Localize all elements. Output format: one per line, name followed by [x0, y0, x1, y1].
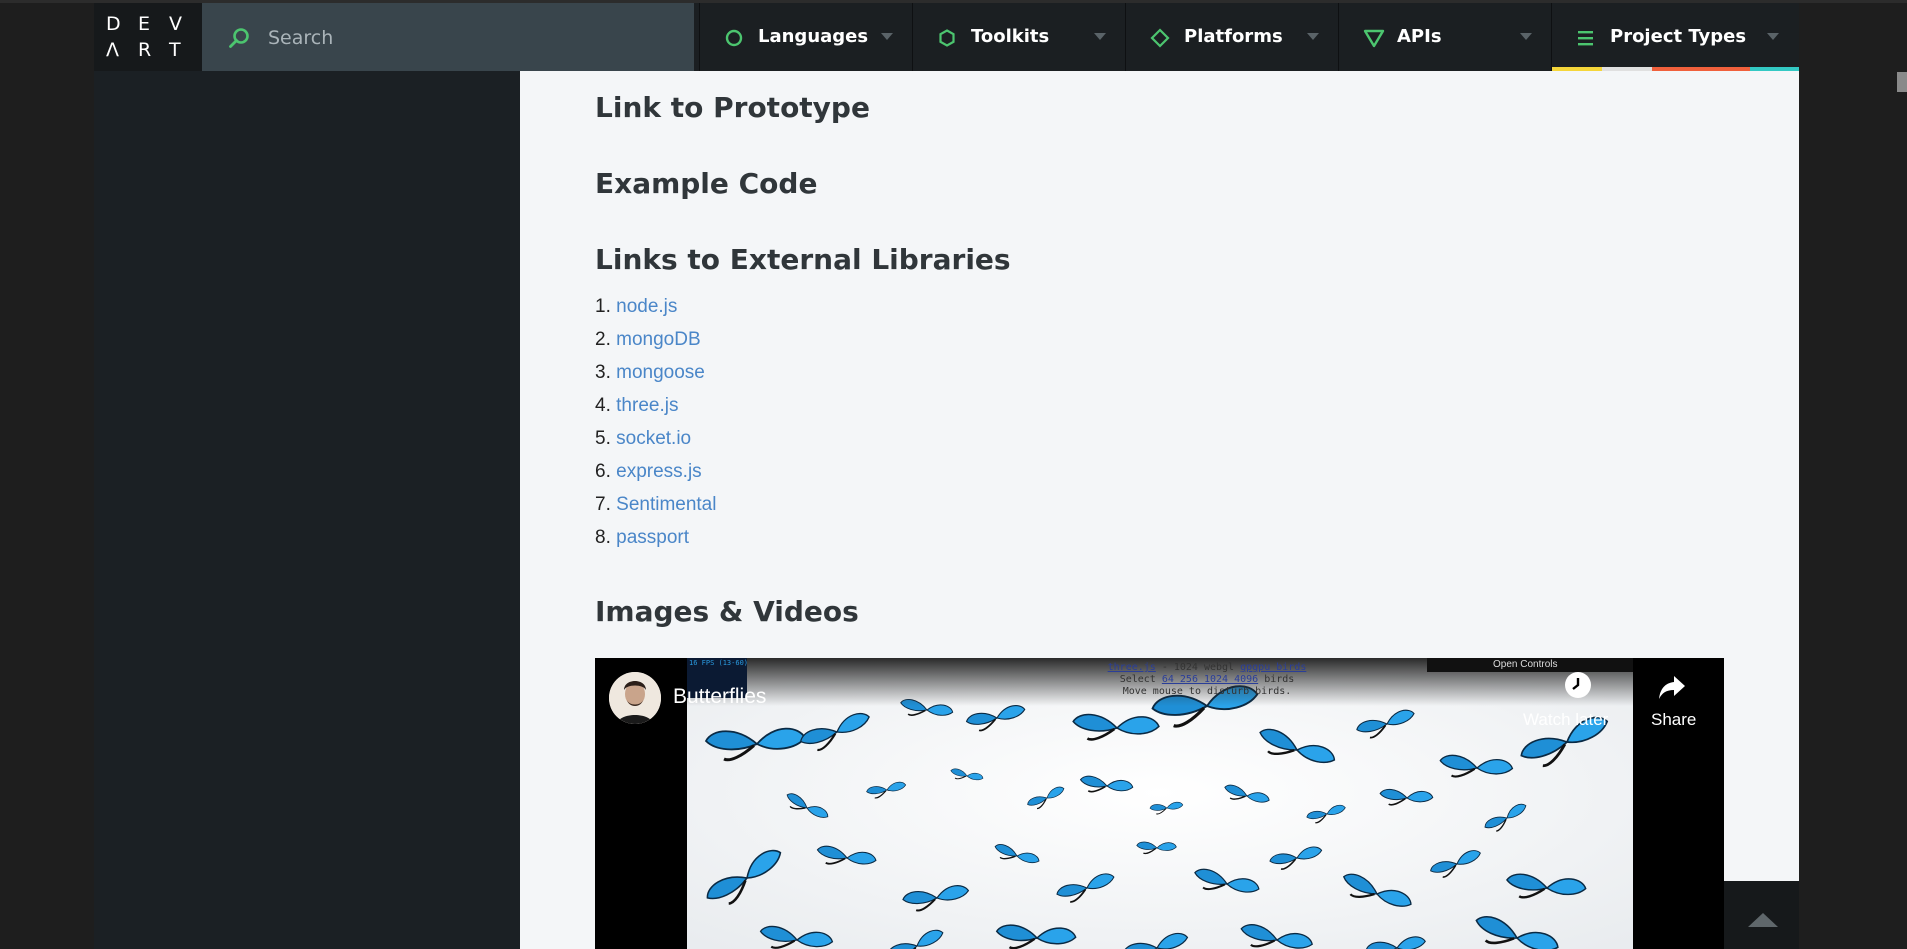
threejs-link[interactable]: three.js — [1108, 662, 1156, 673]
list-icon — [1576, 28, 1596, 48]
list-number: 2. — [595, 329, 611, 350]
list-item: 4. three.js — [595, 394, 716, 427]
list-number: 5. — [595, 428, 611, 449]
share-button[interactable]: Share — [1641, 672, 1711, 732]
logo-letter: T — [169, 39, 181, 61]
clock-icon — [1565, 672, 1591, 698]
open-controls-button[interactable]: Open Controls — [1427, 658, 1633, 672]
open-controls-label: Open Controls — [1493, 659, 1558, 670]
share-icon — [1657, 672, 1687, 702]
watch-later-button[interactable]: Watch later — [1515, 672, 1635, 732]
page-wrapper: D E V Λ R T Languages — [94, 3, 1799, 949]
list-item: 5. socket.io — [595, 427, 716, 460]
heading-link-to-prototype: Link to Prototype — [595, 91, 870, 124]
chevron-down-icon — [1307, 33, 1319, 40]
chevron-down-icon — [1767, 33, 1779, 40]
list-number: 1. — [595, 296, 611, 317]
overlay-line: Move mouse to disturb birds. — [1122, 686, 1292, 697]
back-to-top-button[interactable] — [1724, 881, 1799, 949]
library-link[interactable]: socket.io — [616, 428, 691, 449]
list-number: 6. — [595, 461, 611, 482]
devart-logo[interactable]: D E V Λ R T — [94, 3, 202, 71]
fps-readout: 16 FPS (13-60) — [689, 659, 749, 667]
external-libraries-list: 1. node.js 2. mongoDB 3. mongoose 4. thr… — [595, 295, 716, 559]
library-link[interactable]: three.js — [616, 395, 678, 416]
sidebar — [94, 71, 520, 949]
search-input[interactable] — [266, 21, 670, 55]
list-number: 8. — [595, 527, 611, 548]
share-label: Share — [1651, 710, 1697, 729]
video-frame[interactable]: 16 FPS (13-60) three.js - 1024 webgl gpg… — [687, 658, 1633, 949]
overlay-text: - 1024 webgl — [1155, 662, 1241, 673]
library-link[interactable]: passport — [616, 527, 689, 548]
overlay-line: three.js - 1024 webgl gpgpu birds — [1027, 662, 1387, 674]
list-number: 4. — [595, 395, 611, 416]
nav-tab-apis[interactable]: APIs — [1338, 3, 1552, 71]
watch-later-label: Watch later — [1523, 710, 1609, 729]
circle-icon — [724, 28, 744, 48]
gpgpu-birds-link[interactable]: gpgpu birds — [1240, 662, 1306, 673]
logo-letter: D — [106, 13, 121, 35]
heading-images-videos: Images & Videos — [595, 595, 859, 628]
video-title[interactable]: Butterflies — [673, 685, 766, 709]
heading-external-libraries: Links to External Libraries — [595, 243, 1011, 276]
library-link[interactable]: mongoose — [616, 362, 705, 383]
logo-letter: Λ — [106, 39, 119, 61]
logo-letter: R — [138, 39, 152, 61]
nav-tab-platforms[interactable]: Platforms — [1125, 3, 1339, 71]
nav-tab-label: Toolkits — [971, 26, 1050, 47]
page-scrollbar-thumb[interactable] — [1897, 72, 1907, 92]
list-item: 2. mongoDB — [595, 328, 716, 361]
hexagon-icon — [937, 28, 957, 48]
nav-tab-toolkits[interactable]: Toolkits — [912, 3, 1126, 71]
chevron-down-icon — [1520, 33, 1532, 40]
overlay-text: Select — [1119, 674, 1162, 685]
list-item: 6. express.js — [595, 460, 716, 493]
chevron-down-icon — [881, 33, 893, 40]
threejs-info-overlay: three.js - 1024 webgl gpgpu birds Select… — [1027, 662, 1387, 698]
list-item: 7. Sentimental — [595, 493, 716, 526]
library-link[interactable]: mongoDB — [616, 329, 701, 350]
nav-tab-label: Project Types — [1610, 26, 1747, 47]
youtube-video-embed[interactable]: 16 FPS (13-60) three.js - 1024 webgl gpg… — [595, 658, 1724, 949]
logo-letter: E — [138, 13, 151, 35]
nav-tab-label: Languages — [758, 26, 869, 47]
nav-tab-languages[interactable]: Languages — [699, 3, 913, 71]
list-item: 3. mongoose — [595, 361, 716, 394]
diamond-icon — [1150, 28, 1170, 48]
list-number: 7. — [595, 494, 611, 515]
search-icon — [228, 27, 250, 49]
list-number: 3. — [595, 362, 611, 383]
library-link[interactable]: Sentimental — [616, 494, 716, 515]
main-content: Link to Prototype Example Code Links to … — [520, 71, 1799, 949]
chevron-down-icon — [1094, 33, 1106, 40]
nav-tab-label: APIs — [1397, 26, 1442, 47]
search-bar — [202, 3, 694, 71]
triangle-down-icon — [1363, 28, 1385, 48]
channel-avatar[interactable] — [609, 672, 661, 724]
overlay-line: Select 64 256 1024 4096 birds — [1027, 674, 1387, 686]
library-link[interactable]: express.js — [616, 461, 702, 482]
site-header: D E V Λ R T Languages — [94, 3, 1799, 71]
arrow-up-icon — [1748, 913, 1778, 927]
list-item: 1. node.js — [595, 295, 716, 328]
overlay-text: birds — [1258, 674, 1295, 685]
nav-tab-label: Platforms — [1184, 26, 1283, 47]
logo-letter: V — [169, 13, 182, 35]
heading-example-code: Example Code — [595, 167, 818, 200]
library-link[interactable]: node.js — [616, 296, 677, 317]
nav-tab-project-types[interactable]: Project Types — [1551, 3, 1799, 71]
bird-count-links[interactable]: 64 256 1024 4096 — [1162, 674, 1258, 685]
list-item: 8. passport — [595, 526, 716, 559]
